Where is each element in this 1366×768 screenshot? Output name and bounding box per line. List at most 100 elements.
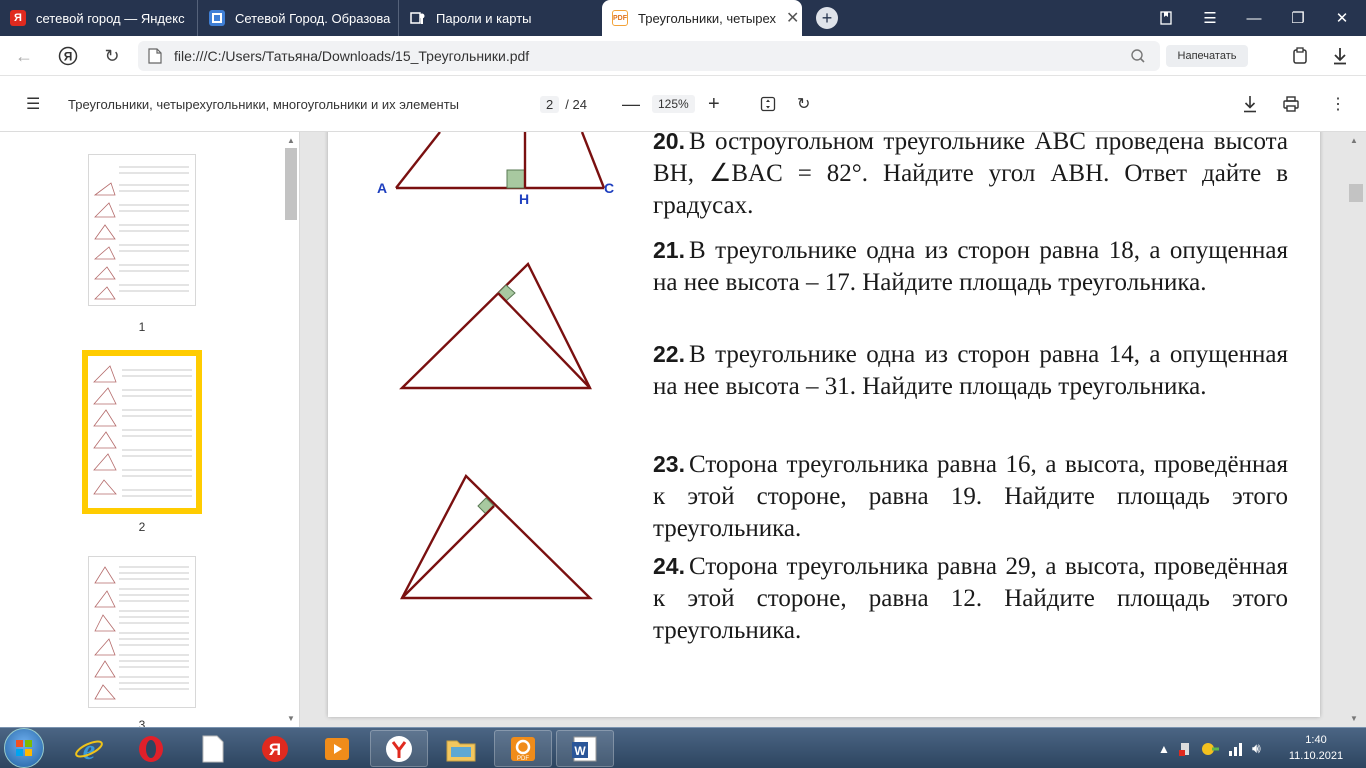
zoom-level[interactable]: 125%: [652, 76, 695, 132]
problem-text: В треугольнике одна из сторон равна 18, …: [653, 237, 1288, 296]
file-explorer-app[interactable]: [432, 730, 490, 767]
restore-icon[interactable]: ❐: [1276, 0, 1320, 36]
tab-title: Пароли и карты: [436, 10, 532, 26]
thumbnail-sidebar: 1 2 3 ▲ ▼: [0, 132, 300, 727]
tray-device-icon[interactable]: [1178, 728, 1192, 768]
tray-expand-icon[interactable]: ▲: [1158, 728, 1170, 768]
problem-number: 23.: [653, 451, 685, 477]
zoom-out-button[interactable]: —: [622, 76, 640, 132]
pdf-viewer: A H C 20. В остроугольном треугольнике AB…: [300, 132, 1366, 727]
thumbnail-page-1[interactable]: [88, 154, 196, 306]
scroll-down-arrow-icon[interactable]: ▼: [287, 714, 295, 723]
scroll-up-arrow-icon[interactable]: ▲: [287, 136, 295, 145]
svg-text:Я: Я: [64, 50, 73, 64]
close-tab-icon[interactable]: ✕: [786, 8, 799, 28]
url-text: file:///C:/Users/Татьяна/Downloads/15_Тр…: [174, 48, 530, 64]
system-clock[interactable]: 1:40 11.10.2021: [1276, 732, 1356, 764]
pdf-toolbar: ☰ Треугольники, четырехугольники, многоу…: [0, 76, 1366, 132]
new-tab-button[interactable]: +: [816, 7, 838, 29]
tray-volume-icon[interactable]: 🔊︎: [1252, 728, 1261, 768]
start-button[interactable]: [4, 728, 44, 768]
tab-triangles-pdf[interactable]: PDF Треугольники, четырех ✕: [602, 0, 802, 36]
tab-network-city[interactable]: Сетевой Город. Образова: [199, 0, 399, 36]
zoom-in-button[interactable]: +: [708, 76, 720, 132]
tab-yandex-search[interactable]: Я сетевой город — Яндекс: [0, 0, 198, 36]
thumbnail-page-2[interactable]: [82, 350, 202, 514]
side-ab: [395, 132, 441, 189]
page-number-input[interactable]: 2: [540, 95, 560, 113]
viewer-scroll-down-icon[interactable]: ▼: [1350, 714, 1358, 723]
file-icon: [148, 48, 162, 64]
thumbnail-label-3: 3: [138, 718, 146, 727]
print-icon[interactable]: [1282, 76, 1300, 132]
download-icon[interactable]: [1242, 76, 1258, 132]
media-player-icon: [325, 737, 349, 760]
clock-date: 11.10.2021: [1288, 750, 1344, 762]
extensions-icon[interactable]: [1288, 44, 1312, 68]
opera-icon: [139, 735, 163, 762]
problem-number: 20.: [653, 132, 685, 154]
pdf-page: A H C 20. В остроугольном треугольнике AB…: [328, 132, 1320, 717]
problem-text: Сторона треугольника равна 16, а высота,…: [653, 451, 1288, 542]
triangle-height-figure-1: [399, 261, 592, 390]
thumbnail-label-2: 2: [138, 520, 146, 534]
side-bc: [580, 132, 606, 189]
viewer-scroll-up-icon[interactable]: ▲: [1350, 136, 1358, 145]
triangle-abc-figure: [395, 132, 606, 190]
more-options-icon[interactable]: ⋮: [1330, 76, 1346, 132]
folder-icon: [446, 740, 476, 761]
windows-logo-icon: [16, 740, 32, 756]
problem-22: 22. В треугольнике одна из сторон равна 1…: [653, 338, 1288, 403]
tab-passwords[interactable]: Пароли и карты: [400, 0, 600, 36]
page-indicator: 2 / 24: [540, 76, 587, 132]
opera-app[interactable]: [122, 730, 180, 767]
page-2-preview: [93, 365, 192, 497]
media-player-app[interactable]: [308, 730, 366, 767]
problem-20: 20. В остроугольном треугольнике ABC пров…: [653, 132, 1288, 222]
back-arrow-icon[interactable]: ←: [12, 44, 36, 68]
thumbnail-label-1: 1: [138, 320, 146, 334]
url-field[interactable]: file:///C:/Users/Татьяна/Downloads/15_Тр…: [138, 41, 1160, 71]
rotate-icon[interactable]: ↻: [797, 76, 810, 132]
yandex-app-active[interactable]: [370, 730, 428, 767]
sidebar-scrollbar-thumb[interactable]: [285, 148, 297, 220]
minimize-icon[interactable]: —: [1232, 0, 1276, 36]
yandex-browser-icon: Я: [262, 735, 288, 762]
vertex-label-a: A: [377, 180, 388, 196]
viewer-scrollbar-thumb[interactable]: [1349, 184, 1363, 202]
bookmarks-icon[interactable]: [1144, 0, 1188, 36]
windows-taskbar: e Я PDF W ▲ 🔊︎ 1:40 11.10.2021: [0, 727, 1366, 768]
total-pages: / 24: [565, 96, 587, 112]
triangle-height-figure-2: [400, 474, 593, 600]
reload-icon[interactable]: ↻: [100, 44, 124, 68]
word-icon: W: [572, 736, 597, 761]
yandex-icon: Я: [10, 10, 26, 26]
close-window-icon[interactable]: ✕: [1320, 0, 1364, 36]
print-button[interactable]: Напечатать: [1166, 45, 1248, 67]
sidebar-menu-icon[interactable]: ☰: [26, 76, 40, 132]
pdf-icon: PDF: [612, 10, 628, 26]
zoom-lens-icon[interactable]: [1126, 44, 1150, 68]
fit-page-icon[interactable]: [760, 76, 776, 132]
pdf-reader-app[interactable]: PDF: [494, 730, 552, 767]
tray-network-icon[interactable]: [1228, 728, 1244, 768]
tray-power-icon[interactable]: [1200, 728, 1220, 768]
blank-document-app[interactable]: [184, 730, 242, 767]
internet-explorer-icon: e: [75, 735, 103, 764]
menu-icon[interactable]: ☰: [1188, 0, 1232, 36]
thumbnail-page-3[interactable]: [88, 556, 196, 708]
page-3-preview: [94, 566, 189, 700]
vertex-label-c: C: [604, 180, 615, 196]
height-line: [497, 292, 591, 389]
problem-number: 24.: [653, 553, 685, 579]
tab-title: Сетевой Город. Образова: [235, 10, 391, 26]
downloads-icon[interactable]: [1328, 44, 1352, 68]
yandex-browser-app[interactable]: Я: [246, 730, 304, 767]
svg-text:W: W: [574, 744, 586, 758]
internet-explorer-app[interactable]: e: [60, 730, 118, 767]
word-app[interactable]: W: [556, 730, 614, 767]
clock-time: 1:40: [1305, 734, 1327, 746]
site-icon: [209, 10, 225, 26]
tab-title: Треугольники, четырех: [638, 10, 776, 26]
yandex-logo-icon[interactable]: Я: [56, 44, 80, 68]
